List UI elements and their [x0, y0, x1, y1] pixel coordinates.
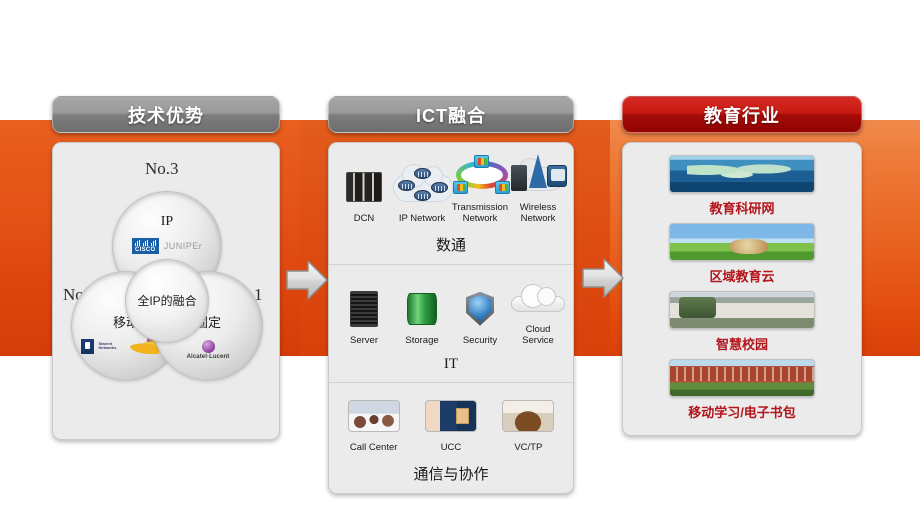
item-call-center[interactable]: Call Center: [335, 393, 412, 454]
group-it: Server Storage Security Cloud Service IT: [329, 265, 573, 383]
transmission-ring-icon: [451, 153, 510, 199]
call-center-photo-icon: [335, 393, 412, 439]
world-network-image: [669, 155, 815, 193]
item-ucc[interactable]: UCC: [413, 393, 490, 454]
ip-network-cloud-icon: [393, 163, 453, 210]
group-datacom-items: DCN IP Network Transmission Network Wire…: [335, 153, 567, 225]
venn-circle-ip-label: IP: [160, 214, 174, 229]
item-transmission-network-caption: Transmission Network: [451, 202, 509, 224]
arrow-tech-to-ict: [286, 258, 328, 302]
item-server-caption: Server: [350, 334, 378, 346]
edu-item-smart-campus-caption: 智慧校园: [715, 337, 768, 352]
storage-icon: [393, 286, 451, 332]
panel-ict-convergence: DCN IP Network Transmission Network Wire…: [328, 142, 574, 494]
cisco-bars-icon: [134, 240, 156, 246]
starent-wordmark: Starent Networks: [98, 340, 117, 350]
edu-item-regional-cloud[interactable]: 区域教育云: [633, 223, 851, 285]
security-shield-icon: [451, 286, 509, 332]
group-datacom: DCN IP Network Transmission Network Wire…: [329, 143, 573, 265]
juniper-logo-icon: JUNIPEr: [163, 241, 203, 251]
item-storage[interactable]: Storage: [393, 286, 451, 347]
ucc-photo-icon: [413, 393, 490, 439]
item-cloud-service[interactable]: Cloud Service: [509, 275, 567, 347]
item-wireless-network[interactable]: Wireless Network: [509, 153, 567, 225]
alcatel-lucent-logo-icon: [201, 340, 215, 353]
item-security[interactable]: Security: [451, 286, 509, 347]
edu-item-smart-campus[interactable]: 智慧校园: [633, 291, 851, 353]
item-storage-caption: Storage: [405, 334, 439, 346]
venn-fixed-logos: Alcatel·Lucent: [154, 340, 262, 360]
item-wireless-network-caption: Wireless Network: [519, 202, 557, 224]
venn-diagram: No.3 No.2 No.1 IP CISCO JUNIPEr: [53, 143, 279, 439]
item-vctp[interactable]: VC/TP: [490, 393, 567, 454]
cisco-wordmark: CISCO: [134, 247, 156, 253]
column-education-industry: 教育行业 教育科研网 区域教育云 智慧校园 移动学习/电子书包: [622, 96, 862, 436]
cisco-logo-icon: CISCO: [131, 238, 159, 254]
dcn-rack-icon: [335, 164, 393, 210]
item-dcn[interactable]: DCN: [335, 164, 393, 225]
item-security-caption: Security: [462, 334, 498, 346]
cloud-service-icon: [509, 275, 567, 321]
column-header-ict-convergence[interactable]: ICT融合: [328, 96, 574, 133]
edu-item-mobile-learning-caption: 移动学习/电子书包: [688, 405, 796, 420]
panel-tech-advantage: No.3 No.2 No.1 IP CISCO JUNIPEr: [52, 142, 280, 440]
item-dcn-caption: DCN: [353, 212, 375, 224]
item-ucc-caption: UCC: [440, 441, 462, 453]
edu-item-research-network-caption: 教育科研网: [709, 201, 775, 216]
starent-logo-icon: [80, 338, 94, 354]
item-server[interactable]: Server: [335, 286, 393, 347]
group-it-title: IT: [443, 355, 459, 372]
venn-rank-no3: No.3: [145, 159, 179, 178]
column-tech-advantage: 技术优势 No.3 No.2 No.1 IP CISCO: [52, 96, 280, 440]
school-campus-image: [669, 359, 815, 397]
group-communication-title: 通信与协作: [413, 466, 489, 483]
venn-ip-logos: CISCO JUNIPEr: [113, 238, 221, 254]
venn-circle-core-label: 全IP的融合: [137, 294, 197, 308]
group-communication-items: Call Center UCC VC/TP: [335, 393, 567, 454]
column-header-tech-advantage[interactable]: 技术优势: [52, 96, 280, 133]
panel-education-industry: 教育科研网 区域教育云 智慧校园 移动学习/电子书包: [622, 142, 862, 436]
green-field-image: [669, 223, 815, 261]
item-transmission-network[interactable]: Transmission Network: [451, 153, 510, 225]
alcatel-lucent-wordmark: Alcatel·Lucent: [186, 354, 230, 360]
column-header-education-industry[interactable]: 教育行业: [622, 96, 862, 133]
group-communication: Call Center UCC VC/TP 通信与协作: [329, 383, 573, 493]
group-it-items: Server Storage Security Cloud Service: [335, 275, 567, 347]
edu-item-mobile-learning[interactable]: 移动学习/电子书包: [633, 359, 851, 421]
venn-circle-core[interactable]: 全IP的融合: [125, 259, 209, 343]
item-vctp-caption: VC/TP: [514, 441, 543, 453]
item-call-center-caption: Call Center: [349, 441, 398, 453]
edu-item-research-network[interactable]: 教育科研网: [633, 155, 851, 217]
group-datacom-title: 数通: [435, 237, 466, 254]
arrow-ict-to-edu: [582, 256, 624, 300]
server-icon: [335, 286, 393, 332]
item-ip-network-caption: IP Network: [398, 212, 446, 224]
item-cloud-service-caption: Cloud Service: [522, 323, 554, 346]
edu-item-regional-cloud-caption: 区域教育云: [709, 269, 775, 284]
wireless-tower-icon: [509, 153, 567, 199]
column-ict-convergence: ICT融合 DCN IP Network Transmission Networ…: [328, 96, 574, 494]
campus-building-image: [669, 291, 815, 329]
vctp-photo-icon: [490, 393, 567, 439]
item-ip-network[interactable]: IP Network: [393, 163, 453, 225]
